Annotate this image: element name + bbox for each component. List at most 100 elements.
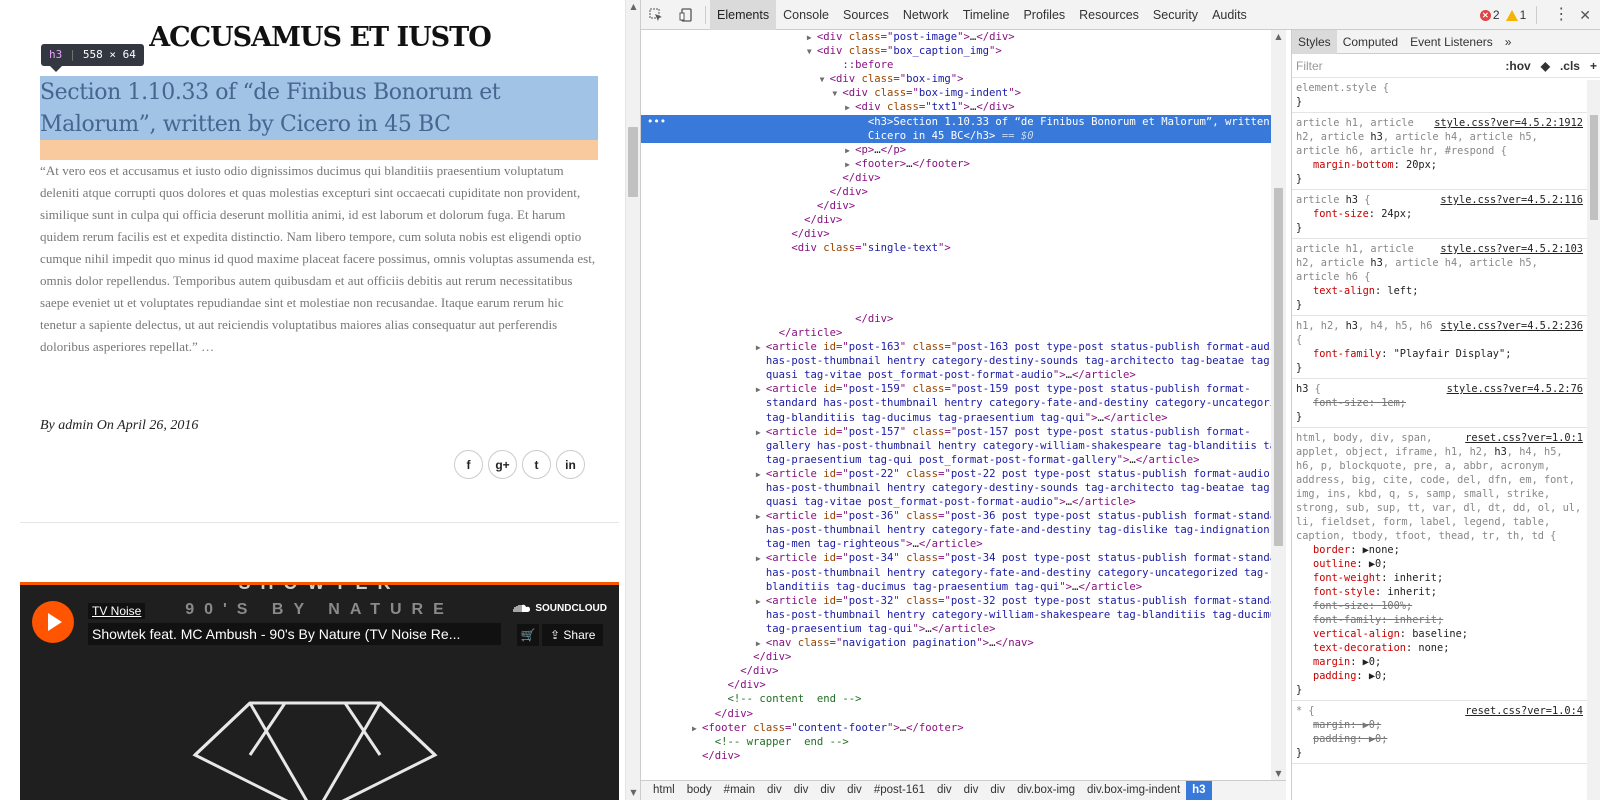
css-property-value[interactable]: inherit; <box>1387 586 1437 598</box>
rule-source-link[interactable]: style.css?ver=4.5.2:1912 <box>1434 116 1583 130</box>
css-property-value[interactable]: ▶0; <box>1369 733 1388 745</box>
dom-node-row[interactable]: gallery has-post-thumbnail hentry catego… <box>641 439 1286 453</box>
play-button[interactable] <box>32 601 74 643</box>
expand-triangle-icon[interactable]: ▶ <box>756 510 766 524</box>
css-rule[interactable]: style.css?ver=4.5.2:1912 article h1, arti… <box>1292 113 1587 190</box>
breadcrumb-item[interactable]: div <box>958 781 985 800</box>
css-property-name[interactable]: margin <box>1313 719 1350 731</box>
tab-event-listeners[interactable]: Event Listeners <box>1404 30 1499 54</box>
dom-node-row[interactable]: ▶ <article id="post-34" class="post-34 po… <box>641 551 1286 565</box>
css-declaration[interactable]: padding: ▶0; <box>1296 732 1583 746</box>
dom-node-row[interactable]: </div> <box>641 213 1271 227</box>
breadcrumb-item[interactable]: html <box>647 781 681 800</box>
page-scrollbar[interactable]: ▲ ▼ <box>625 0 640 800</box>
dom-node-row[interactable]: </div> <box>641 227 1271 241</box>
soundcloud-track-title[interactable]: Showtek feat. MC Ambush - 90's By Nature… <box>88 623 501 645</box>
css-property-name[interactable]: margin-bottom <box>1313 159 1394 171</box>
breadcrumb-item[interactable]: div <box>841 781 868 800</box>
dom-node-row[interactable]: quasi tag-vitae post_format-post-format-… <box>641 495 1271 509</box>
collapse-triangle-icon[interactable]: ▼ <box>820 73 830 87</box>
css-property-value[interactable]: inherit; <box>1394 614 1444 626</box>
css-declaration[interactable]: margin: ▶0; <box>1296 718 1583 732</box>
dom-node-row[interactable]: has-post-thumbnail hentry category-fate-… <box>641 523 1271 537</box>
css-property-name[interactable]: text-decoration <box>1313 642 1406 654</box>
dom-node-row[interactable]: ▶ <article id="post-163" class="post-163 … <box>641 340 1283 354</box>
soundcloud-user-link[interactable]: TV Noise <box>88 603 146 619</box>
tab-security[interactable]: Security <box>1146 0 1205 30</box>
byline-date[interactable]: April 26, 2016 <box>117 418 198 433</box>
dom-node-row[interactable]: blanditiis tag-ducimus tag-praesentium t… <box>641 580 1271 594</box>
css-property-value[interactable]: ▶none; <box>1363 544 1400 556</box>
dom-node-row[interactable]: </div> <box>641 707 1271 721</box>
dom-node-row[interactable]: </div> <box>641 678 1271 692</box>
expand-triangle-icon[interactable]: ▶ <box>756 468 766 482</box>
google-plus-share-button[interactable]: g+ <box>488 450 517 479</box>
css-declaration[interactable]: font-weight: inherit; <box>1296 571 1583 585</box>
soundcloud-player[interactable]: SHOWTEK 90'S BY NATURE TV Noise Showtek … <box>20 582 619 800</box>
error-count-badge[interactable]: ✕ 2 <box>1479 8 1500 22</box>
breadcrumb-item[interactable]: div <box>761 781 788 800</box>
dom-node-row[interactable]: </div> <box>641 749 1271 763</box>
node-actions-icon[interactable]: ••• <box>647 115 666 129</box>
breadcrumb-item[interactable]: div <box>788 781 815 800</box>
css-property-name[interactable]: font-size <box>1313 208 1369 220</box>
rule-source-link[interactable]: reset.css?ver=1.0:4 <box>1465 704 1583 718</box>
dom-node-row[interactable]: ▶ <article id="post-159" class="post-159 … <box>641 382 1271 396</box>
rule-selector[interactable]: html, body, div, span, applet, object, i… <box>1296 432 1581 542</box>
rule-source-link[interactable]: style.css?ver=4.5.2:236 <box>1440 319 1583 333</box>
breadcrumb-item[interactable]: h3 <box>1186 781 1212 800</box>
warning-count-badge[interactable]: 1 <box>1505 8 1526 22</box>
css-property-name[interactable]: text-align <box>1313 285 1375 297</box>
dom-node-row[interactable]: <div class="single-text"> <box>641 241 1271 255</box>
dom-node-row[interactable]: ▶ <article id="post-36" class="post-36 po… <box>641 509 1286 524</box>
selected-dom-node[interactable]: ••• <h3>Section 1.10.33 of “de Finibus B… <box>641 114 1286 129</box>
css-property-value[interactable]: 24px; <box>1381 208 1412 220</box>
soundcloud-share-button[interactable]: ⇪ Share <box>542 624 604 646</box>
post-h3-heading[interactable]: Section 1.10.33 of “de Finibus Bonorum e… <box>40 77 598 141</box>
dom-node-row[interactable]: </div> <box>641 664 1271 678</box>
css-declaration[interactable]: margin-bottom: 20px; <box>1296 158 1583 172</box>
breadcrumb-item[interactable]: div.box-img <box>1011 781 1081 800</box>
css-declaration[interactable]: font-size: 24px; <box>1296 207 1583 221</box>
dom-node-row[interactable]: tag-men tag-righteous">…</article> <box>641 537 1271 551</box>
dom-node-row[interactable]: <!-- wrapper end --> <box>641 735 1271 749</box>
css-declaration[interactable]: text-decoration: none; <box>1296 641 1583 655</box>
css-declaration[interactable]: font-family: "Playfair Display"; <box>1296 347 1583 361</box>
expand-triangle-icon[interactable]: ▶ <box>692 722 702 736</box>
tab-timeline[interactable]: Timeline <box>956 0 1017 30</box>
css-property-name[interactable]: vertical-align <box>1313 628 1400 640</box>
dom-node-row[interactable]: ▶ <article id="post-32" class="post-32 po… <box>641 594 1286 608</box>
dom-node-row[interactable]: ▶ <div class="post-image">…</div> <box>641 30 1271 44</box>
elements-scrollbar[interactable]: ▲ ▼ <box>1271 30 1286 780</box>
expand-triangle-icon[interactable]: ▶ <box>756 383 766 397</box>
dom-node-row[interactable]: ▶ <div class="txt1">…</div> <box>641 100 1271 114</box>
collapse-triangle-icon[interactable]: ▼ <box>832 87 842 101</box>
css-property-value[interactable]: baseline; <box>1412 628 1468 640</box>
breadcrumb-item[interactable]: body <box>681 781 718 800</box>
breadcrumb-item[interactable]: div <box>931 781 958 800</box>
expand-triangle-icon[interactable]: ▶ <box>845 158 855 172</box>
css-property-name[interactable]: padding <box>1313 670 1356 682</box>
dom-node-row[interactable]: ▶ <nav class="navigation pagination">…</n… <box>641 636 1271 650</box>
expand-triangle-icon[interactable]: ▶ <box>807 31 817 45</box>
rule-source-link[interactable]: style.css?ver=4.5.2:103 <box>1440 242 1583 256</box>
css-rule[interactable]: style.css?ver=4.5.2:103 article h1, artic… <box>1292 239 1587 316</box>
css-property-value[interactable]: 100%; <box>1381 600 1412 612</box>
css-property-name[interactable]: font-size <box>1313 600 1369 612</box>
expand-triangle-icon[interactable]: ▶ <box>845 101 855 115</box>
rule-source-link[interactable]: style.css?ver=4.5.2:116 <box>1440 193 1583 207</box>
linkedin-share-button[interactable]: in <box>556 450 585 479</box>
tab-profiles[interactable]: Profiles <box>1016 0 1072 30</box>
dom-node-row[interactable]: tag-praesentium tag-qui">…</article> <box>641 622 1271 636</box>
css-declaration[interactable]: border: ▶none; <box>1296 543 1583 557</box>
selected-dom-node[interactable]: Cicero in 45 BC</h3> == $0 <box>641 128 1271 143</box>
css-property-name[interactable]: padding <box>1313 733 1356 745</box>
scroll-up-arrow-icon[interactable]: ▲ <box>626 0 640 14</box>
css-property-value[interactable]: "Playfair Display"; <box>1394 348 1512 360</box>
tab-audits[interactable]: Audits <box>1205 0 1254 30</box>
elements-scroll-down-icon[interactable]: ▼ <box>1271 769 1286 778</box>
expand-triangle-icon[interactable]: ▶ <box>845 144 855 158</box>
rule-selector[interactable]: element.style { <box>1296 82 1389 94</box>
dom-node-row[interactable]: <!-- content end --> <box>641 692 1271 706</box>
dom-node-row[interactable]: ▶ <footer>…</footer> <box>641 157 1271 171</box>
